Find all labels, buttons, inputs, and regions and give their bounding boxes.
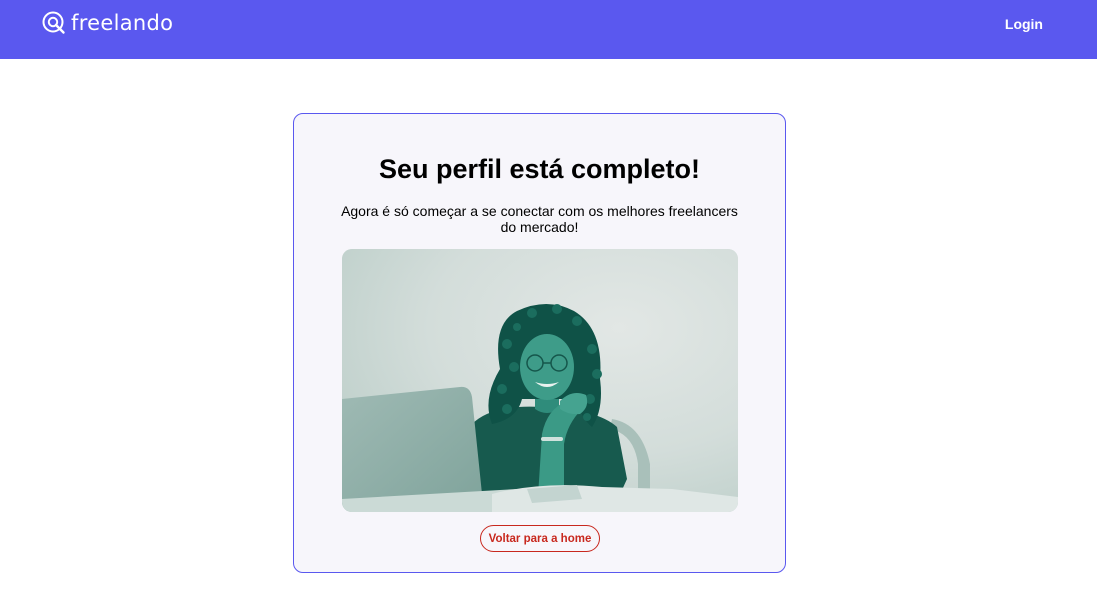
login-link[interactable]: Login <box>1005 15 1043 33</box>
woman-with-laptop-image <box>342 249 738 512</box>
page-subtitle: Agora é só começar a se conectar com os … <box>341 203 738 235</box>
back-home-button[interactable]: Voltar para a home <box>480 525 600 552</box>
top-navbar: freelando Login <box>0 0 1097 59</box>
brand-logo[interactable]: freelando <box>41 10 173 36</box>
search-magnifier-icon <box>42 11 65 34</box>
page-title: Seu perfil está completo! <box>378 154 701 184</box>
profile-complete-card: Seu perfil está completo! Agora é só com… <box>293 113 786 573</box>
hero-photo <box>342 249 738 512</box>
brand-name: freelando <box>71 11 174 35</box>
